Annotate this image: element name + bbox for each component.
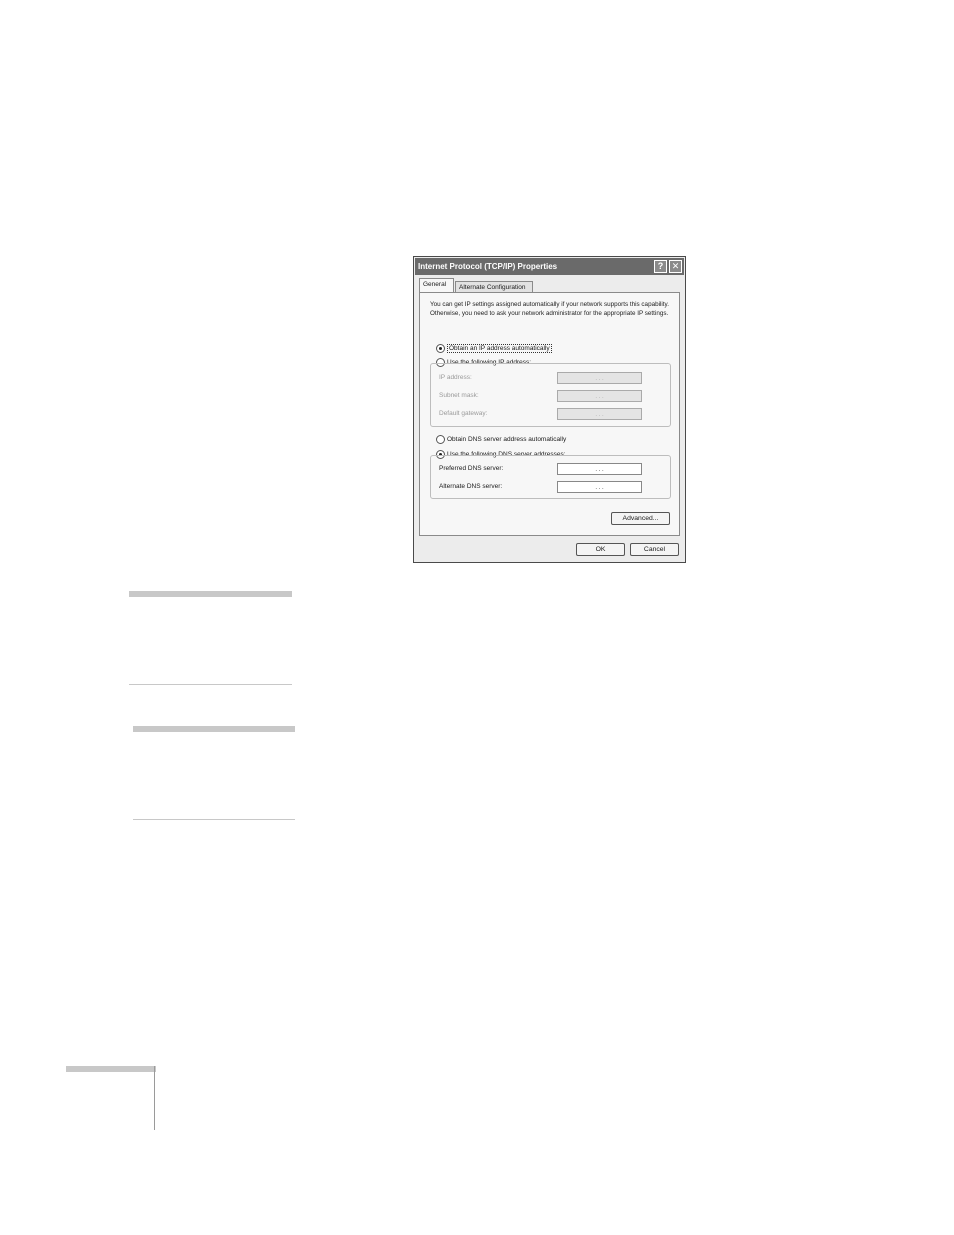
default-gateway-value: . . . <box>595 412 604 418</box>
radio-unchecked-icon <box>436 435 445 444</box>
help-icon[interactable]: ? <box>654 260 667 273</box>
preferred-dns-field[interactable]: . . . <box>557 463 642 475</box>
preferred-dns-value: . . . <box>595 467 604 473</box>
close-icon[interactable]: ✕ <box>669 260 682 273</box>
alternate-dns-label: Alternate DNS server: <box>439 483 503 490</box>
ok-button[interactable]: OK <box>576 543 625 556</box>
ip-address-group: IP address: . . . Subnet mask: . . . Def… <box>430 363 671 427</box>
sidebar-rule-top-2 <box>133 726 295 732</box>
subnet-mask-value: . . . <box>595 394 604 400</box>
obtain-ip-auto-label: Obtain an IP address automatically <box>447 344 552 353</box>
subnet-mask-label: Subnet mask: <box>439 392 479 399</box>
obtain-ip-auto-radio[interactable]: Obtain an IP address automatically <box>436 344 552 353</box>
alternate-dns-field[interactable]: . . . <box>557 481 642 493</box>
sidebar-rule-top-1 <box>129 591 292 597</box>
default-gateway-label: Default gateway: <box>439 410 488 417</box>
dialog-title: Internet Protocol (TCP/IP) Properties <box>418 262 558 271</box>
tab-general[interactable]: General <box>419 278 454 292</box>
general-tab-panel: You can get IP settings assigned automat… <box>419 292 680 536</box>
dns-server-group: Preferred DNS server: . . . Alternate DN… <box>430 455 671 499</box>
ip-address-label: IP address: <box>439 374 472 381</box>
tab-alternate-configuration[interactable]: Alternate Configuration <box>455 281 533 292</box>
dialog-titlebar[interactable]: Internet Protocol (TCP/IP) Properties ? … <box>415 258 684 275</box>
sidebar-rule-bottom-2 <box>133 819 295 820</box>
ip-address-value: . . . <box>595 376 604 382</box>
preferred-dns-label: Preferred DNS server: <box>439 465 504 472</box>
footer-divider <box>154 1066 155 1130</box>
obtain-dns-auto-radio[interactable]: Obtain DNS server address automatically <box>436 435 566 444</box>
obtain-dns-auto-label: Obtain DNS server address automatically <box>447 436 567 443</box>
radio-checked-icon <box>436 344 445 353</box>
footer-bar <box>66 1066 156 1072</box>
tcpip-properties-dialog: Internet Protocol (TCP/IP) Properties ? … <box>413 256 686 563</box>
sidebar-rule-bottom-1 <box>129 684 292 685</box>
default-gateway-field[interactable]: . . . <box>557 408 642 420</box>
ip-address-field[interactable]: . . . <box>557 372 642 384</box>
cancel-button[interactable]: Cancel <box>630 543 679 556</box>
description-text: You can get IP settings assigned automat… <box>430 301 669 317</box>
advanced-button[interactable]: Advanced... <box>611 512 670 525</box>
alternate-dns-value: . . . <box>595 485 604 491</box>
subnet-mask-field[interactable]: . . . <box>557 390 642 402</box>
